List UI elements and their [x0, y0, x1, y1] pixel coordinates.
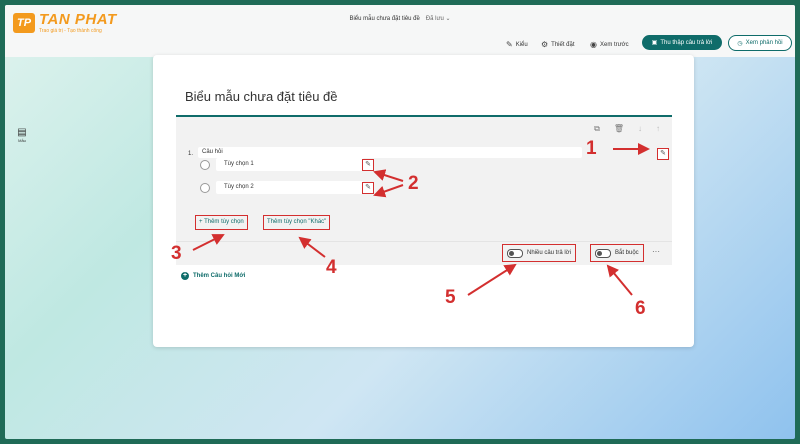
annotation-number-5: 5: [445, 287, 456, 308]
arrow-4: [298, 236, 326, 258]
arrow-3: [192, 234, 225, 251]
annotation-number-1: 1: [586, 138, 597, 159]
annotation-arrows: [192, 143, 650, 296]
annotation-number-6: 6: [635, 298, 646, 319]
arrow-2a: [373, 169, 404, 182]
annotation-number-2: 2: [408, 173, 419, 194]
screenshot-frame: TP TAN PHAT Trao giá trị - Tạo thành côn…: [5, 5, 795, 439]
arrow-2b: [373, 184, 404, 198]
annotation-number-3: 3: [171, 243, 182, 264]
arrow-6: [606, 264, 633, 296]
arrow-5: [467, 263, 517, 296]
annotation-number-4: 4: [326, 257, 337, 278]
